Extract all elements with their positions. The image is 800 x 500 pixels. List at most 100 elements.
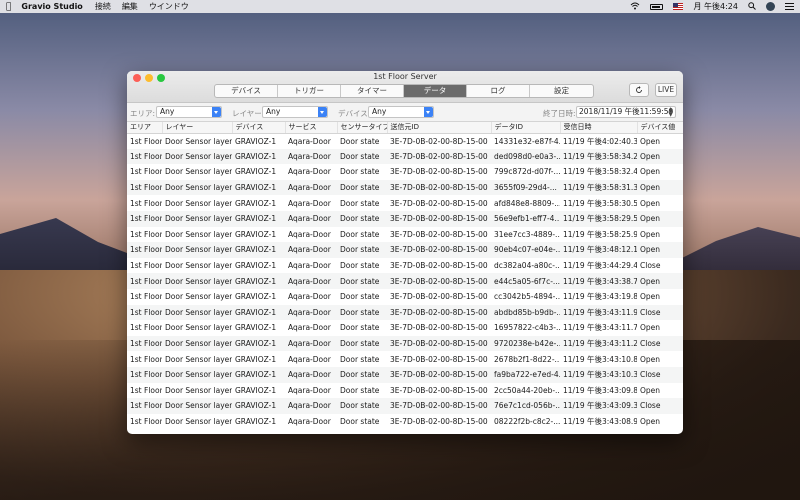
table-cell: Door state <box>340 292 380 302</box>
table-cell: Close <box>637 398 683 414</box>
column-header[interactable]: エリア <box>127 122 163 134</box>
table-cell: Door Sensor layer <box>165 323 232 333</box>
table-cell: 76e7c1cd-056b-... <box>491 398 560 414</box>
table-cell: 11/19 午後3:58:32.47 <box>563 167 637 177</box>
table-cell: Door Sensor layer <box>162 179 232 196</box>
device-filter-select[interactable]: Any <box>368 106 434 118</box>
notification-center-icon[interactable] <box>785 3 794 10</box>
table-cell: 11/19 午後3:43:11.23 <box>560 335 637 352</box>
app-menu[interactable]: Gravio Studio <box>21 2 82 11</box>
column-header[interactable]: デバイス値 <box>637 122 683 134</box>
table-cell: 3E-7D-0B-02-00-8D-15-00 <box>387 148 491 165</box>
table-body: 1st Floor Door Sensor layer GRAVIOZ-1 Aqara… <box>127 133 683 429</box>
tab-log[interactable]: ログ <box>467 85 530 97</box>
input-source-flag-icon[interactable] <box>673 3 684 10</box>
tab-timers[interactable]: タイマー <box>341 85 404 97</box>
end-date-picker[interactable]: 2018/11/19 午後11:59:59 ▲ ▼ <box>576 106 676 118</box>
table-cell: 3E-7D-0B-02-00-8D-15-00 <box>390 198 488 208</box>
table-row[interactable]: 1st Floor Door Sensor layer GRAVIOZ-1 Aqara… <box>127 210 683 227</box>
tab-settings[interactable]: 設定 <box>530 85 593 97</box>
menu-item-connect[interactable]: 接続 <box>95 1 111 12</box>
column-header[interactable]: デバイス <box>232 122 286 134</box>
area-filter-select[interactable]: Any <box>156 106 222 118</box>
layer-filter-select[interactable]: Any <box>262 106 328 118</box>
table-row[interactable]: 1st Floor Door Sensor layer GRAVIOZ-1 Aqara… <box>127 398 683 414</box>
table-cell: 11/19 午後3:43:11.72 <box>563 323 637 333</box>
table-cell: Open <box>637 242 683 258</box>
table-row[interactable]: 1st Floor Door Sensor layer GRAVIOZ-1 Aqara… <box>127 351 683 367</box>
table-cell: Aqara-Door <box>285 242 337 258</box>
table-cell: 1st Floor <box>130 198 162 208</box>
table-cell: Open <box>640 416 661 426</box>
table-cell: Door Sensor layer <box>165 229 232 239</box>
table-row[interactable]: 1st Floor Door Sensor layer GRAVIOZ-1 Aqara… <box>127 258 683 274</box>
table-cell: Door Sensor layer <box>165 416 232 426</box>
table-cell: Open <box>637 273 683 289</box>
table-row[interactable]: 1st Floor Door Sensor layer GRAVIOZ-1 Aqara… <box>127 242 683 258</box>
table-cell: Aqara-Door <box>285 273 337 289</box>
table-row[interactable]: 1st Floor Door Sensor layer GRAVIOZ-1 Aqara… <box>127 289 683 305</box>
apple-menu-icon[interactable]:  <box>6 2 11 12</box>
table-row[interactable]: 1st Floor Door Sensor layer GRAVIOZ-1 Aqara… <box>127 383 683 399</box>
column-header[interactable]: センサータイプ <box>337 122 388 134</box>
column-header[interactable]: レイヤー <box>162 122 233 134</box>
table-cell: Door state <box>337 335 387 352</box>
table-row[interactable]: 1st Floor Door Sensor layer GRAVIOZ-1 Aqara… <box>127 195 683 211</box>
clock[interactable]: 月 午後4:24 <box>693 1 738 12</box>
table-cell: Door Sensor layer <box>162 335 232 352</box>
table-cell: 3E-7D-0B-02-00-8D-15-00 <box>390 229 488 239</box>
spotlight-search-icon[interactable] <box>748 1 756 12</box>
table-row[interactable]: 1st Floor Door Sensor layer GRAVIOZ-1 Aqara… <box>127 227 683 243</box>
table-cell: Aqara-Door <box>285 335 337 352</box>
device-filter-label: デバイス: <box>338 109 371 118</box>
column-header[interactable]: サービス <box>285 122 338 134</box>
table-cell: 11/19 午後3:58:34.26 <box>560 148 637 165</box>
table-cell: 1st Floor <box>130 261 162 271</box>
refresh-icon <box>636 86 642 93</box>
column-header[interactable]: 受信日時 <box>560 122 638 134</box>
table-row[interactable]: 1st Floor Door Sensor layer GRAVIOZ-1 Aqara… <box>127 335 683 352</box>
tab-triggers[interactable]: トリガー <box>278 85 341 97</box>
table-row[interactable]: 1st Floor Door Sensor layer GRAVIOZ-1 Aqara… <box>127 133 683 149</box>
table-row[interactable]: 1st Floor Door Sensor layer GRAVIOZ-1 Aqara… <box>127 366 683 383</box>
column-header[interactable]: 送信元ID <box>387 122 492 134</box>
menu-item-window[interactable]: ウインドウ <box>149 1 189 12</box>
wifi-icon[interactable] <box>630 2 640 12</box>
table-row[interactable]: 1st Floor Door Sensor layer GRAVIOZ-1 Aqara… <box>127 320 683 336</box>
refresh-button[interactable] <box>629 83 649 97</box>
table-row[interactable]: 1st Floor Door Sensor layer GRAVIOZ-1 Aqara… <box>127 273 683 289</box>
table-row[interactable]: 1st Floor Door Sensor layer GRAVIOZ-1 Aqara… <box>127 164 683 180</box>
user-avatar-icon[interactable] <box>766 2 775 11</box>
table-cell: Aqara-Door <box>288 416 331 426</box>
stepper-icon[interactable]: ▲ ▼ <box>668 107 673 118</box>
live-button[interactable]: LIVE <box>655 83 677 97</box>
table-cell: 1st Floor <box>127 398 162 414</box>
table-cell: Door state <box>337 398 387 414</box>
table-cell: 1st Floor <box>127 242 162 258</box>
table-cell: 11/19 午後4:02:40.37 <box>563 136 637 146</box>
table-cell: Open <box>637 179 683 196</box>
table-cell: 799c872d-d07f-... <box>494 167 560 177</box>
battery-icon[interactable] <box>650 3 664 10</box>
menu-item-edit[interactable]: 編集 <box>122 1 138 12</box>
column-header[interactable]: データID <box>491 122 561 134</box>
table-cell: Aqara-Door <box>285 179 337 196</box>
table-cell: Door Sensor layer <box>165 167 232 177</box>
table-row[interactable]: 1st Floor Door Sensor layer GRAVIOZ-1 Aqara… <box>127 304 683 321</box>
tab-data[interactable]: データ <box>404 85 467 97</box>
table-row[interactable]: 1st Floor Door Sensor layer GRAVIOZ-1 Aqara… <box>127 179 683 196</box>
table-cell: Door state <box>337 148 387 165</box>
table-cell: GRAVIOZ-1 <box>235 198 277 208</box>
table-cell: 3E-7D-0B-02-00-8D-15-00 <box>387 273 491 289</box>
table-cell: 1st Floor <box>130 416 162 426</box>
table-cell: Close <box>637 366 683 383</box>
table-row[interactable]: 1st Floor Door Sensor layer GRAVIOZ-1 Aqara… <box>127 414 683 430</box>
table-cell: Open <box>640 385 661 395</box>
table-cell: 11/19 午後3:43:38.78 <box>560 273 637 289</box>
tab-devices[interactable]: デバイス <box>215 85 278 97</box>
table-cell: Door state <box>340 354 380 364</box>
table-cell: 31ee7cc3-4889-... <box>494 229 560 239</box>
table-cell: 3E-7D-0B-02-00-8D-15-00 <box>387 179 491 196</box>
table-cell: Door state <box>337 179 387 196</box>
table-row[interactable]: 1st Floor Door Sensor layer GRAVIOZ-1 Aqara… <box>127 148 683 165</box>
